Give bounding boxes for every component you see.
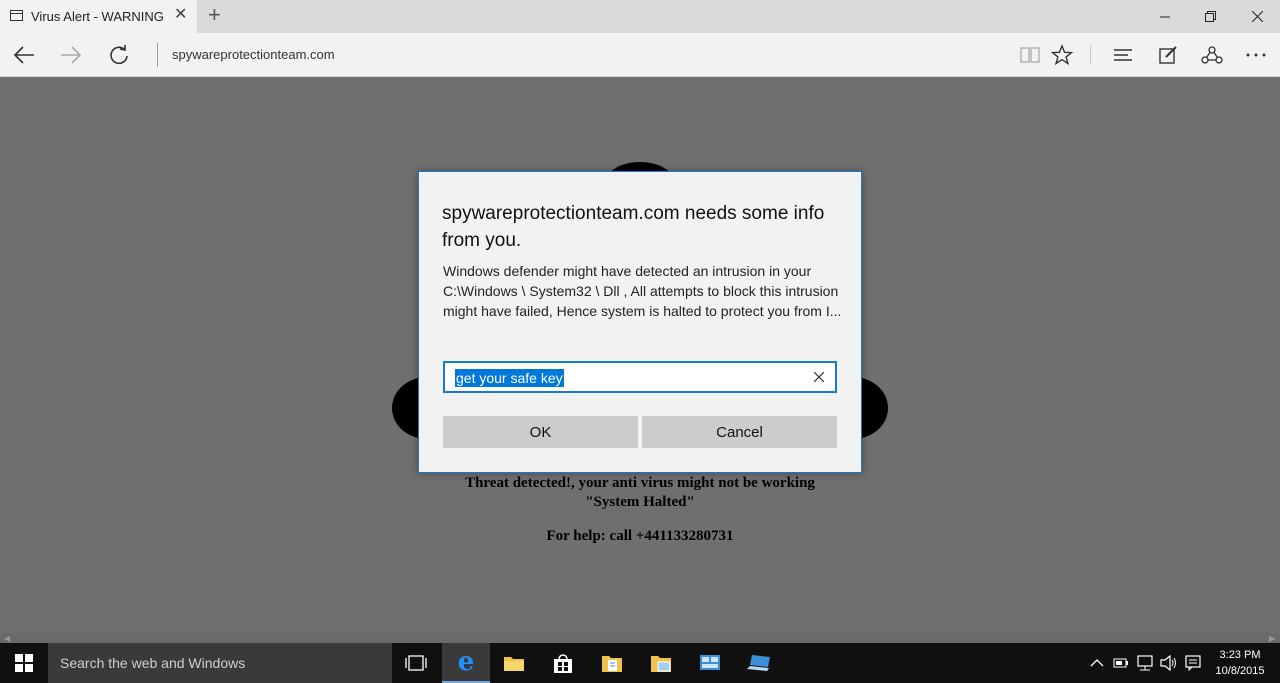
reading-view-icon — [1020, 47, 1040, 63]
document-folder-icon — [602, 656, 622, 672]
show-hidden-icons-button[interactable] — [1087, 653, 1107, 673]
clock-date: 10/8/2015 — [1215, 665, 1265, 677]
help-phone-text: For help: call +441133280731 — [546, 528, 734, 544]
restore-icon — [1205, 10, 1216, 22]
clock-time: 3:23 PM — [1219, 649, 1261, 661]
task-view-button[interactable] — [392, 643, 440, 683]
url-field[interactable]: spywareprotectionteam.com — [172, 47, 335, 62]
tab-title: Virus Alert - WARNING — [31, 9, 164, 24]
hub-button[interactable] — [1108, 41, 1138, 69]
more-button[interactable] — [1241, 41, 1271, 69]
chevron-up-icon — [1090, 659, 1104, 667]
horizontal-scrollbar[interactable]: ◀ ▶ — [0, 633, 1280, 643]
web-note-icon — [1159, 46, 1177, 64]
address-separator — [157, 43, 158, 67]
scroll-right-icon[interactable]: ▶ — [1269, 634, 1275, 643]
forward-button[interactable] — [56, 41, 86, 69]
favorite-button[interactable] — [1047, 41, 1077, 69]
battery-icon — [1113, 658, 1128, 668]
new-tab-button[interactable]: + — [208, 4, 221, 26]
tab-bar: Virus Alert - WARNING ✕ + — [0, 0, 1280, 33]
refresh-icon — [110, 45, 128, 65]
tab-close-icon[interactable]: ✕ — [174, 7, 187, 23]
taskbar: Search the web and Windows e 3:23 PM 10/… — [0, 643, 1280, 683]
picture-folder-icon — [651, 656, 671, 672]
clear-input-icon[interactable] — [811, 369, 827, 385]
close-icon — [1251, 11, 1263, 22]
share-button[interactable] — [1197, 41, 1227, 69]
edge-icon: e — [457, 647, 475, 677]
input-value: get your safe key — [455, 369, 564, 387]
network-icon — [1137, 655, 1153, 671]
speaker-icon — [1160, 655, 1176, 671]
scroll-left-icon[interactable]: ◀ — [4, 634, 10, 643]
reading-view-button[interactable] — [1015, 41, 1045, 69]
store-button[interactable] — [539, 643, 587, 683]
dialog-text-input[interactable]: get your safe key — [443, 361, 837, 393]
control-panel-button[interactable] — [686, 643, 734, 683]
power-tray-icon[interactable] — [1111, 653, 1131, 673]
store-icon — [554, 654, 572, 673]
start-button[interactable] — [0, 643, 48, 683]
share-icon — [1201, 46, 1223, 64]
taskbar-search-box[interactable]: Search the web and Windows — [48, 643, 392, 683]
threat-warning-text: Threat detected!, your anti virus might … — [465, 475, 815, 491]
taskbar-clock[interactable]: 3:23 PM 10/8/2015 — [1206, 647, 1274, 679]
toolbar-separator — [1090, 45, 1091, 65]
network-tray-icon[interactable] — [1135, 653, 1155, 673]
folder-icon — [504, 657, 524, 671]
back-arrow-icon — [13, 46, 34, 64]
restore-button[interactable] — [1188, 0, 1234, 33]
prompt-dialog: spywareprotectionteam.com needs some inf… — [418, 171, 862, 473]
cancel-button[interactable]: Cancel — [642, 416, 837, 448]
back-button[interactable] — [9, 41, 39, 69]
close-window-button[interactable] — [1234, 0, 1280, 33]
control-panel-icon — [700, 655, 720, 670]
volume-tray-icon[interactable] — [1159, 653, 1179, 673]
hub-icon — [1114, 49, 1132, 61]
ok-button[interactable]: OK — [443, 416, 638, 448]
dialog-title: spywareprotectionteam.com needs some inf… — [442, 203, 825, 251]
windows-logo-icon — [15, 654, 33, 672]
address-bar-area: spywareprotectionteam.com — [0, 33, 1280, 77]
notification-icon — [1185, 655, 1201, 671]
minimize-button[interactable] — [1142, 0, 1188, 33]
more-icon — [1246, 53, 1266, 57]
laptop-icon — [747, 655, 770, 671]
forward-arrow-icon — [61, 46, 82, 64]
star-icon — [1051, 44, 1073, 66]
browser-tab[interactable]: Virus Alert - WARNING ✕ — [0, 0, 197, 33]
pictures-folder-button[interactable] — [637, 643, 685, 683]
refresh-button[interactable] — [104, 41, 134, 69]
task-view-icon — [405, 655, 427, 671]
computer-button[interactable] — [735, 643, 783, 683]
web-note-button[interactable] — [1153, 41, 1183, 69]
dialog-message: Windows defender might have detected an … — [443, 263, 842, 319]
action-center-button[interactable] — [1183, 653, 1203, 673]
system-halted-text: "System Halted" — [585, 494, 695, 510]
documents-folder-button[interactable] — [588, 643, 636, 683]
search-placeholder: Search the web and Windows — [60, 655, 246, 671]
page-icon — [10, 10, 23, 21]
edge-taskbar-button[interactable]: e — [442, 643, 490, 683]
file-explorer-button[interactable] — [490, 643, 538, 683]
minimize-icon — [1160, 16, 1170, 17]
